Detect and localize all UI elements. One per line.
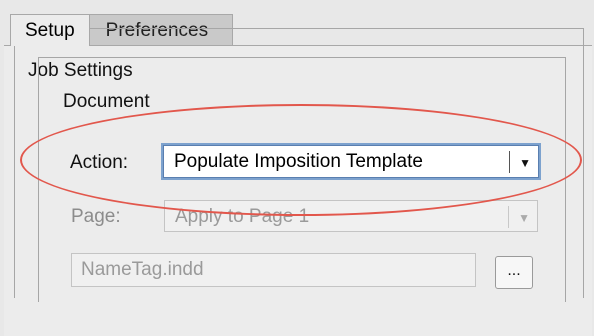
select-divider [509,151,510,173]
page-select[interactable]: Apply to Page 1 ▼ [164,200,538,232]
action-select[interactable]: Populate Imposition Template ▼ [163,145,539,178]
action-label: Action: [70,152,129,173]
tab-setup[interactable]: Setup [10,14,90,46]
browse-button[interactable]: ... [495,256,533,289]
dropdown-arrow-icon: ▼ [519,156,531,170]
document-legend: Document [58,91,155,113]
page-label: Page: [71,206,121,227]
dropdown-arrow-icon: ▼ [518,211,530,225]
action-select-value: Populate Imposition Template [174,151,423,172]
page-select-value: Apply to Page 1 [175,206,310,227]
template-file-field[interactable]: NameTag.indd [71,253,476,287]
select-divider [508,206,509,228]
